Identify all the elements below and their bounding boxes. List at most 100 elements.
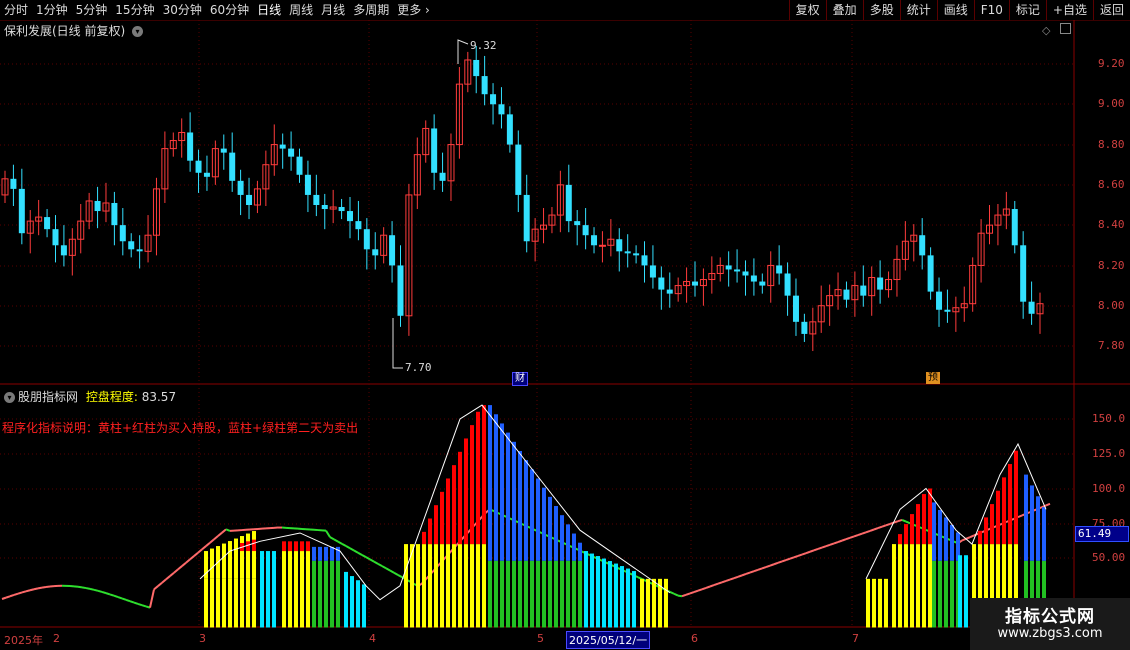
trend-curve (153, 585, 159, 591)
candle-body (397, 265, 404, 316)
trend-curve (697, 588, 703, 592)
indicator-bar (246, 533, 250, 579)
indicator-bar (884, 578, 888, 628)
indicator-bar (904, 544, 908, 628)
trend-curve (213, 535, 219, 541)
candle-body (582, 225, 589, 236)
indicator-bar (312, 546, 316, 561)
cursor-date-label: 2025/05/12/一 (566, 631, 651, 649)
trend-curve (197, 548, 203, 554)
trend-curve (341, 542, 347, 547)
trend-curve (969, 534, 975, 539)
candle-body (481, 76, 488, 95)
trend-curve (109, 593, 115, 597)
candle-body (666, 289, 673, 294)
indicator-title: ▾ 股朋指标网 控盘程度: 83.57 (4, 388, 176, 405)
financial-badge[interactable]: 财 (512, 372, 528, 386)
date-label: 5 (537, 632, 544, 645)
candle-body (750, 275, 757, 282)
trend-curve (961, 537, 967, 542)
trend-curve (141, 604, 147, 608)
metric-label: 控盘程度: (85, 390, 138, 404)
trend-curve (209, 538, 215, 544)
candle-body (843, 289, 850, 300)
indicator-bar (252, 531, 256, 579)
trend-curve (221, 528, 227, 534)
trend-curve (781, 559, 787, 563)
indicator-bar (428, 518, 432, 545)
trend-curve (333, 538, 339, 543)
indicator-bar (294, 541, 298, 552)
indicator-bar (356, 580, 360, 628)
watermark-title: 指标公式网 (1005, 607, 1095, 627)
indicator-bar (536, 560, 540, 628)
forecast-badge[interactable]: 预 (926, 372, 940, 384)
indicator-bar (910, 544, 914, 628)
indicator-bar (990, 504, 994, 545)
candle-body (725, 265, 732, 270)
trend-curve (817, 546, 823, 550)
trend-curve (77, 585, 83, 589)
candle-body (574, 221, 581, 226)
candle-body (94, 200, 101, 212)
candle-body (288, 148, 295, 157)
trend-curve (165, 575, 171, 581)
indicator-bar (554, 506, 558, 561)
trend-curve (733, 575, 739, 580)
trend-curve (885, 523, 891, 527)
indicator-bar (446, 544, 450, 628)
trend-curve (173, 568, 179, 574)
candle-body (624, 251, 631, 254)
indicator-bar (524, 560, 528, 628)
current-value-tag: 61.49 (1075, 526, 1129, 542)
indicator-tick: 125.0 (1092, 447, 1126, 460)
trend-curve (361, 554, 367, 559)
candle-body (203, 172, 210, 177)
candle-body (860, 285, 867, 296)
trend-curve (97, 589, 103, 593)
indicator-bar (602, 558, 606, 628)
date-label: 2025年 (4, 634, 43, 647)
indicator-bar (1024, 474, 1028, 561)
indicator-bar (916, 504, 920, 545)
indicator-bar (608, 561, 612, 628)
trend-curve (353, 549, 359, 554)
trend-curve (729, 577, 735, 581)
trend-curve (9, 593, 15, 598)
trend-curve (765, 564, 771, 568)
indicator-bar (470, 544, 474, 628)
candle-body (372, 249, 379, 256)
indicator-bar (306, 541, 310, 552)
trend-curve (29, 588, 35, 592)
candle-body (1028, 301, 1035, 314)
trend-curve (385, 567, 391, 572)
date-label: 3 (199, 632, 206, 645)
date-label: 6 (691, 632, 698, 645)
indicator-bar (336, 546, 340, 561)
indicator-bar (336, 560, 340, 628)
trend-curve (805, 550, 811, 555)
indicator-bar (260, 551, 264, 628)
trend-curve (769, 563, 775, 567)
indicator-bar (246, 578, 250, 628)
candle-body (877, 277, 884, 290)
trend-curve (681, 593, 687, 598)
candle-body (784, 273, 791, 296)
indicator-bar (950, 560, 954, 628)
trend-curve (833, 541, 839, 545)
chevron-down-icon[interactable]: ▾ (4, 392, 15, 403)
indicator-bar (228, 578, 232, 628)
indicator-bar (222, 543, 226, 579)
trend-curve (721, 579, 727, 584)
indicator-bar (428, 544, 432, 628)
metric-value: 83.57 (141, 390, 177, 404)
indicator-bar (518, 560, 522, 628)
indicator-bar (252, 578, 256, 628)
watermark-url: www.zbgs3.com (997, 626, 1103, 641)
trend-curve (345, 545, 351, 550)
indicator-bar (938, 509, 942, 561)
indicator-bar (572, 533, 576, 561)
indicator-tick: 100.0 (1092, 482, 1126, 495)
indicator-bar (640, 578, 644, 628)
indicator-bar (470, 425, 474, 545)
